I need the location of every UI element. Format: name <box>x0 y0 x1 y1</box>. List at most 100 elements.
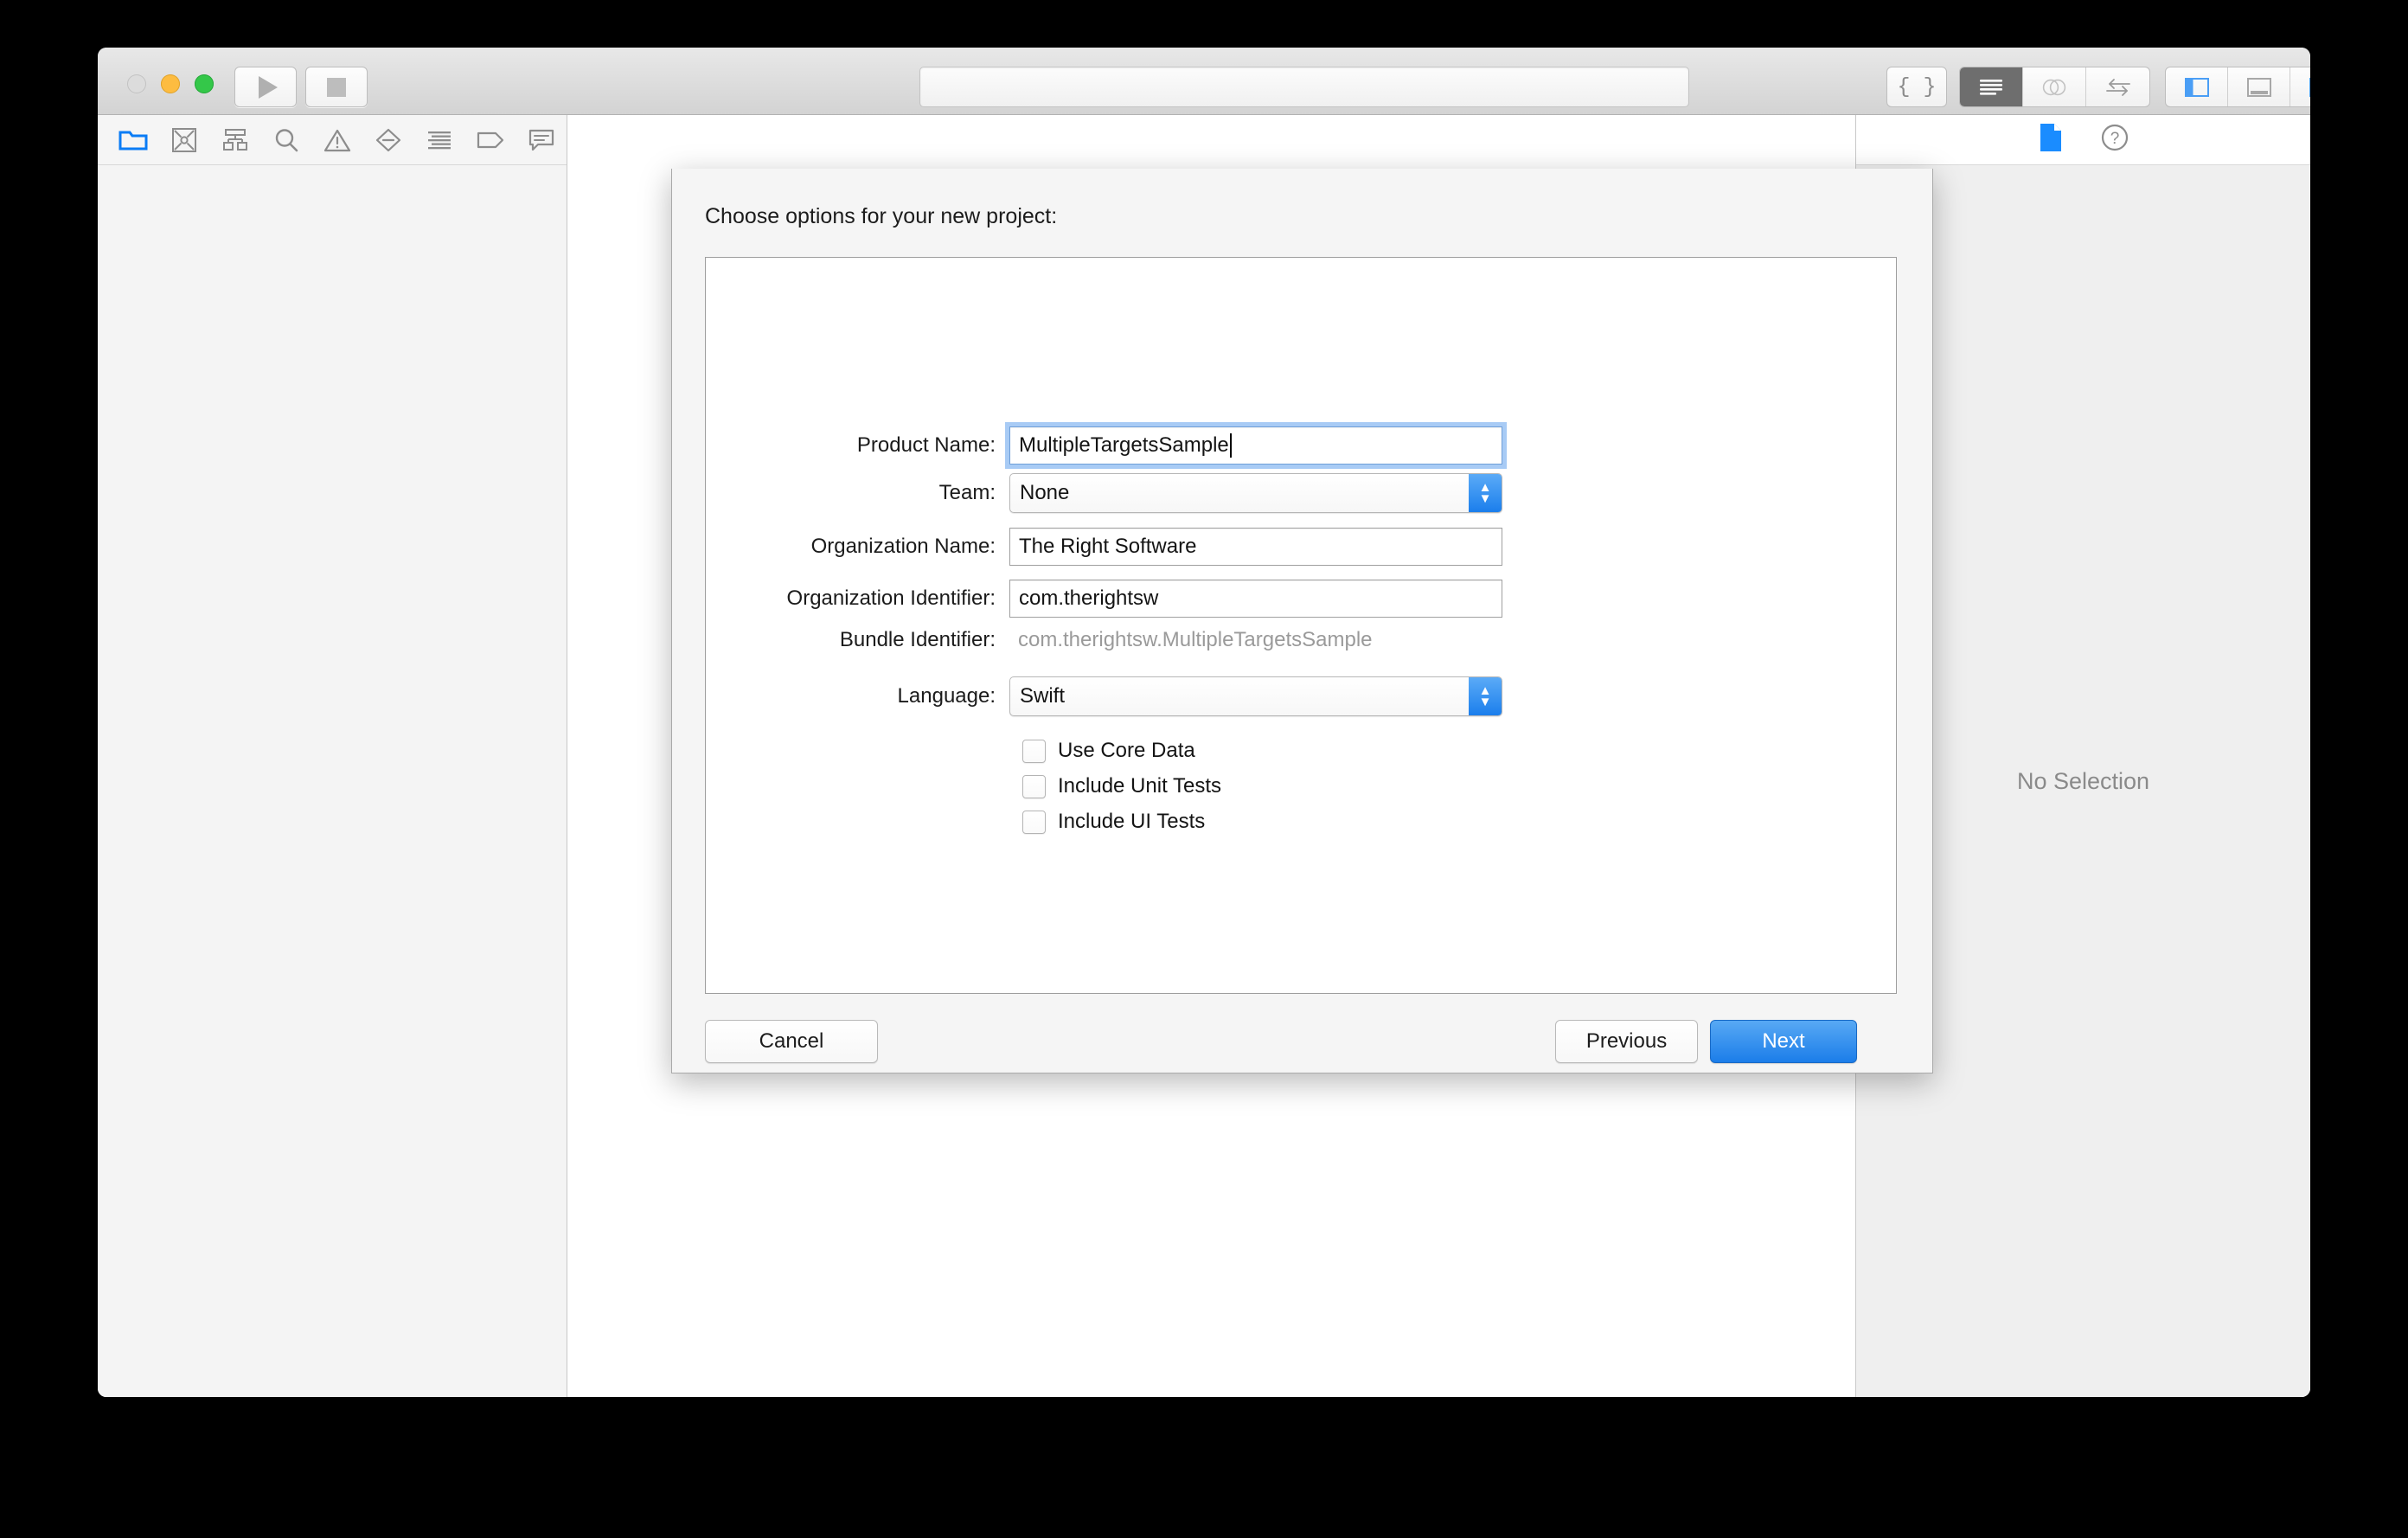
navigator-content-area[interactable] <box>98 165 567 1397</box>
organization-name-input[interactable]: The Right Software <box>1009 528 1502 566</box>
sidebar-item-source-control-navigator[interactable] <box>159 115 210 165</box>
play-icon <box>258 75 278 99</box>
include-ui-tests-checkbox[interactable] <box>1022 810 1046 834</box>
sidebar-item-symbol-navigator[interactable] <box>210 115 261 165</box>
form-row-bundle-identifier: Bundle Identifier: com.therightsw.Multip… <box>706 628 1896 652</box>
run-button[interactable] <box>234 67 297 107</box>
product-name-input[interactable]: MultipleTargetsSample <box>1005 422 1507 469</box>
no-selection-message: No Selection <box>2016 767 2150 794</box>
sidebar-item-breakpoint-navigator[interactable] <box>464 115 516 165</box>
bundle-identifier-value: com.therightsw.MultipleTargetsSample <box>1018 628 1373 651</box>
close-window-button[interactable] <box>127 74 146 93</box>
language-popup-arrows-icon[interactable]: ▲ ▼ <box>1469 677 1502 715</box>
include-ui-tests-label: Include UI Tests <box>1058 810 1206 833</box>
stop-button[interactable] <box>305 67 368 107</box>
view-toggle-segmented-control[interactable] <box>2165 67 2310 107</box>
previous-button[interactable]: Previous <box>1555 1020 1698 1063</box>
inspector-tab-bar[interactable]: ? <box>1856 115 2310 165</box>
team-popup-arrows-icon[interactable]: ▲ ▼ <box>1469 474 1502 512</box>
report-bubble-icon <box>528 129 554 151</box>
bundle-identifier-label: Bundle Identifier: <box>839 628 996 651</box>
product-name-value: MultipleTargetsSample <box>1019 433 1229 457</box>
team-value: None <box>1020 481 1070 504</box>
sidebar-item-issue-navigator[interactable] <box>312 115 363 165</box>
checkbox-row-include-ui-tests[interactable]: Include UI Tests <box>1022 810 1205 834</box>
sidebar-item-report-navigator[interactable] <box>516 115 567 165</box>
debug-lines-icon <box>427 131 451 149</box>
options-panel: Product Name: MultipleTargetsSample Team… <box>705 257 1897 994</box>
form-row-product-name: Product Name: MultipleTargetsSample <box>706 422 1896 469</box>
next-button-label: Next <box>1762 1029 1805 1053</box>
checkbox-row-include-unit-tests[interactable]: Include Unit Tests <box>1022 774 1221 798</box>
cancel-button[interactable]: Cancel <box>705 1020 878 1063</box>
version-editor-icon <box>2105 78 2130 96</box>
use-core-data-checkbox[interactable] <box>1022 739 1046 763</box>
symbol-hierarchy-icon <box>223 128 248 151</box>
organization-name-label: Organization Name: <box>810 535 996 558</box>
organization-identifier-value: com.therightsw <box>1019 586 1159 610</box>
standard-editor-icon <box>1980 79 2002 95</box>
warning-triangle-icon <box>323 129 351 151</box>
test-diamond-icon <box>375 128 400 151</box>
new-project-options-sheet: Choose options for your new project: Pro… <box>671 169 1933 1073</box>
include-unit-tests-label: Include Unit Tests <box>1058 774 1221 798</box>
file-inspector-icon <box>2040 124 2061 151</box>
product-name-label: Product Name: <box>856 433 996 457</box>
activity-status-field[interactable] <box>919 67 1689 107</box>
sidebar-item-project-navigator[interactable] <box>108 115 159 165</box>
form-row-team: Team: None ▲ ▼ <box>706 473 1896 513</box>
team-popup-button[interactable]: None ▲ ▼ <box>1009 473 1502 513</box>
stop-icon <box>327 77 346 97</box>
library-button[interactable]: { } <box>1886 67 1947 107</box>
team-label: Team: <box>938 481 996 504</box>
navigator-tab-bar[interactable] <box>98 115 567 165</box>
editor-mode-segmented-control[interactable] <box>1959 67 2150 107</box>
navigator-panel <box>98 115 567 1397</box>
organization-name-value: The Right Software <box>1019 535 1197 558</box>
tab-file-inspector[interactable] <box>2038 122 2064 157</box>
chevron-down-icon: ▼ <box>1478 695 1492 709</box>
sidebar-item-find-navigator[interactable] <box>261 115 312 165</box>
next-button[interactable]: Next <box>1710 1020 1857 1063</box>
text-caret <box>1229 433 1232 458</box>
source-control-icon <box>172 127 197 152</box>
window-toolbar: { } <box>98 48 2310 115</box>
minimize-window-button[interactable] <box>161 74 180 93</box>
sheet-title: Choose options for your new project: <box>705 204 1058 228</box>
search-icon <box>275 128 298 151</box>
form-row-organization-name: Organization Name: The Right Software <box>706 528 1896 566</box>
toggle-debug-area-button[interactable] <box>2228 67 2290 106</box>
assistant-editor-icon <box>2042 79 2066 95</box>
tab-quick-help-inspector[interactable]: ? <box>2100 123 2129 157</box>
debug-panel-icon <box>2246 77 2271 97</box>
sidebar-item-debug-navigator[interactable] <box>413 115 464 165</box>
assistant-editor-button[interactable] <box>2023 67 2086 106</box>
language-value: Swift <box>1020 684 1066 708</box>
checkbox-row-use-core-data[interactable]: Use Core Data <box>1022 739 1195 763</box>
question-mark-circle-icon: ? <box>2101 124 2128 151</box>
sidebar-item-test-navigator[interactable] <box>362 115 413 165</box>
braces-icon: { } <box>1897 74 1937 99</box>
previous-button-label: Previous <box>1585 1029 1668 1053</box>
organization-identifier-label: Organization Identifier: <box>786 586 996 610</box>
toggle-inspector-button[interactable] <box>2290 67 2310 106</box>
language-popup-button[interactable]: Swift ▲ ▼ <box>1009 676 1502 716</box>
form-row-language: Language: Swift ▲ ▼ <box>706 676 1896 716</box>
chevron-down-icon: ▼ <box>1478 491 1492 506</box>
include-unit-tests-checkbox[interactable] <box>1022 774 1046 798</box>
navigator-panel-icon <box>2184 77 2209 97</box>
svg-text:?: ? <box>2110 130 2119 148</box>
standard-editor-button[interactable] <box>1960 67 2023 106</box>
language-label: Language: <box>897 684 996 708</box>
organization-identifier-input[interactable]: com.therightsw <box>1009 580 1502 618</box>
version-editor-button[interactable] <box>2086 67 2149 106</box>
breakpoint-tag-icon <box>477 131 503 148</box>
toggle-navigator-button[interactable] <box>2166 67 2228 106</box>
xcode-window: { } ? No Selection Choose options for yo… <box>98 48 2310 1397</box>
inspector-panel-icon <box>2309 77 2310 97</box>
cancel-button-label: Cancel <box>759 1029 824 1053</box>
use-core-data-label: Use Core Data <box>1058 739 1195 762</box>
form-row-organization-identifier: Organization Identifier: com.therightsw <box>706 580 1896 618</box>
folder-icon <box>118 131 148 150</box>
zoom-window-button[interactable] <box>195 74 214 93</box>
